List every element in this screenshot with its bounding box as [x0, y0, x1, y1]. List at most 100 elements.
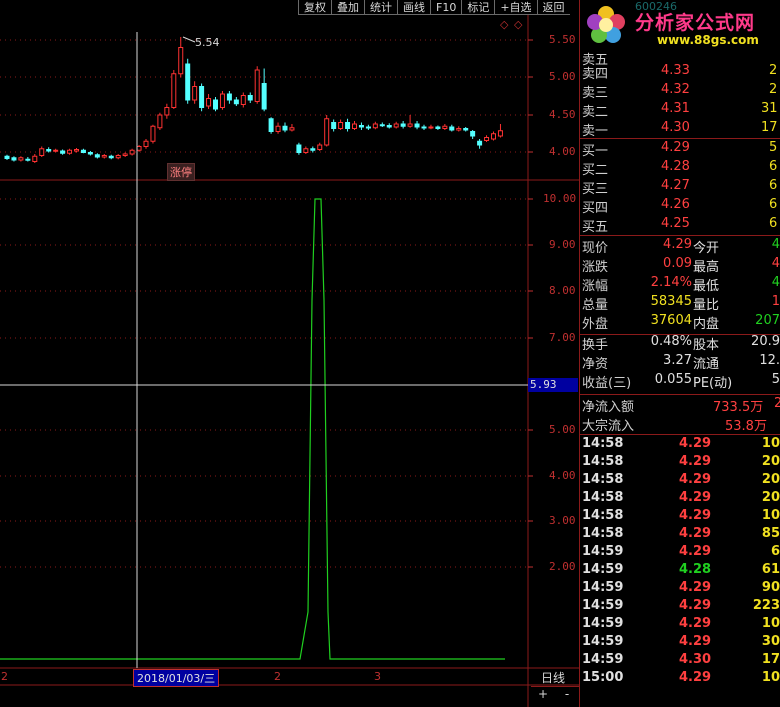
- sell-row-3: 卖三 4.32 2: [579, 82, 780, 101]
- tick-time: 14:58: [582, 526, 624, 541]
- stat-value: 3.27: [663, 353, 692, 368]
- indicator-axis-label: 2.00: [549, 560, 576, 573]
- candle: [192, 81, 198, 104]
- candle: [477, 139, 483, 149]
- tick-row[interactable]: 14:59 4.29 30: [579, 634, 780, 652]
- tick-price: 4.29: [679, 454, 712, 469]
- candle-body: [171, 73, 177, 108]
- limit-up-tag[interactable]: 涨停: [167, 163, 195, 181]
- candle-body: [386, 125, 392, 128]
- sell-volume: 2: [769, 63, 778, 78]
- candle-body: [199, 86, 205, 108]
- candle-body: [338, 122, 344, 129]
- candle-body: [213, 99, 218, 110]
- candle: [289, 124, 295, 132]
- stat-value: 1: [771, 294, 780, 309]
- candle: [67, 148, 73, 155]
- candle: [261, 68, 267, 112]
- candle-body: [53, 149, 59, 152]
- candle-body: [136, 146, 142, 151]
- block-inflow-value: 53.8万: [725, 419, 767, 434]
- tick-time: 14:59: [582, 616, 624, 631]
- sell-volume: 2: [769, 82, 778, 97]
- candle-body: [379, 124, 385, 127]
- indicator-axis-label: 3.00: [549, 514, 576, 527]
- candle: [282, 122, 288, 133]
- stat-label: 涨幅: [582, 279, 609, 294]
- tick-row[interactable]: 14:59 4.28 61: [579, 562, 780, 580]
- price-axis-label: 5.00: [549, 70, 576, 83]
- candle: [428, 124, 434, 130]
- candle-body: [143, 140, 149, 147]
- candle: [470, 130, 476, 139]
- tick-row[interactable]: 14:59 4.29 223: [579, 598, 780, 616]
- buy-row-3: 买三 4.27 6: [579, 178, 780, 197]
- candle: [80, 148, 86, 154]
- buy-label: 买二: [582, 163, 609, 178]
- period-selector[interactable]: 日线: [541, 669, 565, 686]
- price-chart-area[interactable]: ◇ ◇ 5.54: [0, 0, 579, 707]
- diamond-marker-icon[interactable]: ◇: [500, 18, 509, 31]
- tick-row[interactable]: 14:58 4.29 20: [579, 454, 780, 472]
- indicator-axis-label: 9.00: [549, 238, 576, 251]
- net-inflow-label: 净流入额: [582, 400, 635, 415]
- tick-row[interactable]: 14:58 4.29 20: [579, 472, 780, 490]
- tick-row[interactable]: 14:58 4.29 20: [579, 490, 780, 508]
- net-inflow-row: 净流入额 733.5万 2: [579, 396, 780, 415]
- tick-row[interactable]: 14:59 4.29 6: [579, 544, 780, 562]
- indicator-axis-label: 10.00: [543, 192, 577, 205]
- tick-row[interactable]: 14:59 4.29 10: [579, 616, 780, 634]
- tick-row[interactable]: 14:58 4.29 10: [579, 508, 780, 526]
- candle: [53, 148, 59, 153]
- tick-volume: 10: [761, 616, 780, 631]
- stat-label: 量比: [693, 298, 720, 313]
- tick-price: 4.29: [679, 490, 712, 505]
- candle-body: [67, 149, 73, 154]
- buy-label: 买一: [582, 144, 609, 159]
- candle: [185, 58, 191, 104]
- stat-value: 2.14%: [650, 275, 692, 290]
- stat-value: 0.09: [663, 256, 692, 271]
- candle-body: [129, 149, 135, 155]
- buy-volume: 5: [769, 140, 778, 155]
- candle-body: [421, 126, 427, 129]
- diamond-marker-icon-2[interactable]: ◇: [514, 18, 523, 31]
- quote-panel: 600246 分析家公式网 www.88gs.com 卖五 卖四 4.33 2 卖三…: [579, 0, 780, 707]
- candle: [386, 123, 392, 129]
- buy-volume: 6: [769, 216, 778, 231]
- tick-row[interactable]: 14:58 4.29 10: [579, 436, 780, 454]
- candle: [150, 124, 156, 144]
- tick-price: 4.29: [679, 544, 712, 559]
- buy-label: 买四: [582, 201, 609, 216]
- candle-body: [477, 140, 483, 146]
- tick-row[interactable]: 14:58 4.29 85: [579, 526, 780, 544]
- indicator-gridlines: [0, 198, 528, 568]
- sell-price: 4.30: [661, 120, 690, 135]
- flower-logo-icon: [587, 6, 625, 43]
- candle: [324, 115, 330, 147]
- sell-row-4: 卖四 4.33 2: [579, 63, 780, 82]
- zoom-out-button[interactable]: -: [555, 687, 579, 701]
- stat-value: 207: [755, 313, 780, 328]
- tick-volume: 10: [761, 508, 780, 523]
- candle-body: [233, 99, 239, 105]
- stat-label: 收益(三): [582, 376, 632, 391]
- candle-body: [226, 93, 232, 101]
- tick-volume: 61: [761, 562, 780, 577]
- stat-row: 现价 4.29 今开 4: [579, 237, 780, 256]
- stat-label: 净资: [582, 357, 609, 372]
- price-axis-label: 4.50: [549, 108, 576, 121]
- indicator-axis-label: 5.00: [549, 423, 576, 436]
- stat-label: 总量: [582, 298, 609, 313]
- candle-body: [268, 118, 274, 132]
- candle-body: [60, 150, 66, 154]
- candle: [32, 154, 38, 163]
- zoom-in-button[interactable]: +: [531, 687, 555, 701]
- date-axis-marker: 3: [374, 670, 381, 683]
- tick-row[interactable]: 14:59 4.29 90: [579, 580, 780, 598]
- candle-body: [261, 83, 267, 110]
- tick-time: 14:58: [582, 490, 624, 505]
- tick-row[interactable]: 15:00 4.29 10: [579, 670, 780, 688]
- candle: [226, 91, 232, 104]
- tick-row[interactable]: 14:59 4.30 17: [579, 652, 780, 670]
